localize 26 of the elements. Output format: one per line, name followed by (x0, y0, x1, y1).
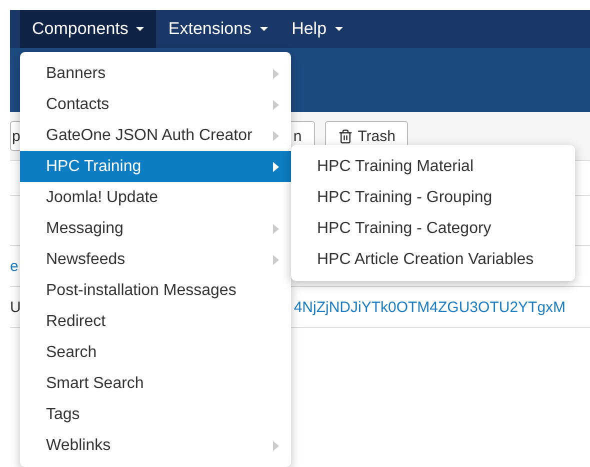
menu-item[interactable]: Newsfeeds (20, 244, 291, 275)
trash-icon (338, 128, 353, 144)
nav-menu-item[interactable]: Extensions (156, 10, 280, 48)
menu-item[interactable]: Banners (20, 58, 291, 89)
menu-item[interactable]: Joomla! Update (20, 182, 291, 213)
caret-icon (136, 27, 144, 31)
submenu-item[interactable]: HPC Training Material (291, 151, 575, 182)
caret-icon (334, 27, 343, 31)
menu-item[interactable]: Messaging (20, 213, 291, 244)
submenu-item[interactable]: HPC Article Creation Variables (291, 244, 575, 275)
menu-item[interactable]: Search (20, 337, 291, 368)
menu-item[interactable]: Tags (20, 399, 291, 430)
menu-item[interactable]: Redirect (20, 306, 291, 337)
table-link[interactable]: 4NjZjNDJiYTk0OTM4ZGU3OTU2YTgxM (294, 298, 566, 316)
submenu-item[interactable]: HPC Training - Category (291, 213, 575, 244)
menu-item[interactable]: Contacts (20, 89, 291, 120)
table-link[interactable]: e (10, 258, 18, 274)
menu-item[interactable]: Post-installation Messages (20, 275, 291, 306)
table-cell: U (10, 298, 21, 316)
nav-menu-item[interactable]: Components (20, 10, 156, 48)
caret-icon (260, 27, 268, 31)
menu-item[interactable]: Smart Search (20, 368, 291, 399)
menu-item[interactable]: Weblinks (20, 430, 291, 461)
menu-item[interactable]: HPC Training (20, 151, 291, 182)
submenu-item[interactable]: HPC Training - Grouping (291, 182, 575, 213)
nav-menu-item[interactable]: Help (280, 10, 355, 48)
